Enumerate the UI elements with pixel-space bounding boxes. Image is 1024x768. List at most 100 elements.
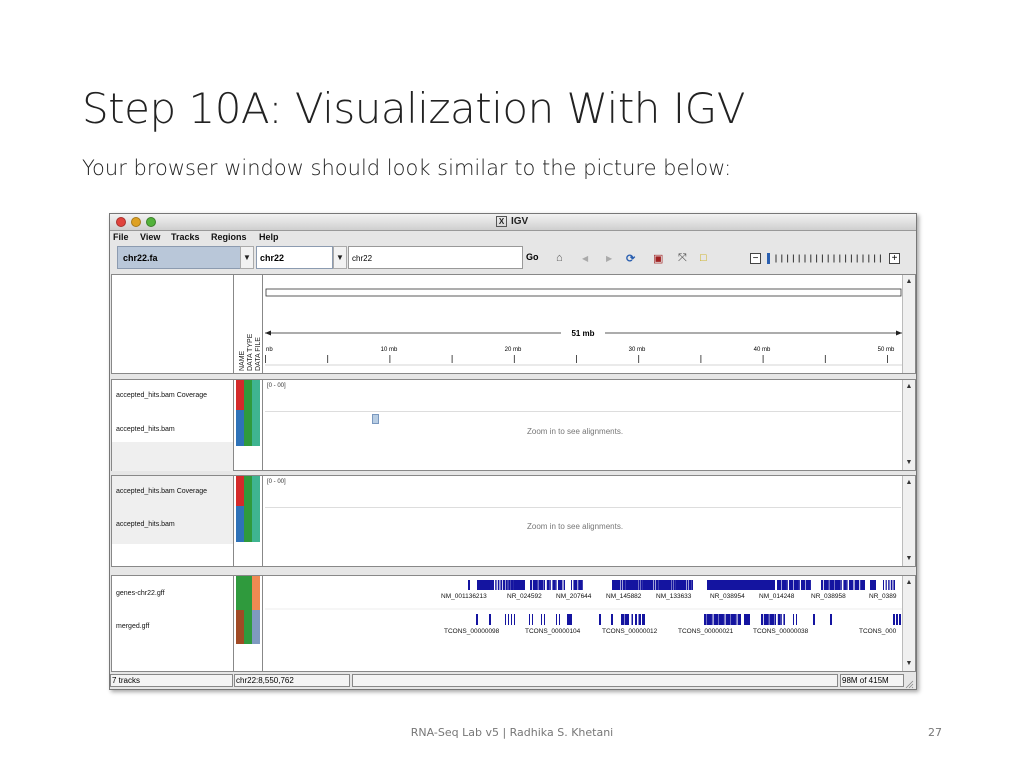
track-name-coverage[interactable]: accepted_hits.bam Coverage bbox=[116, 392, 207, 399]
feature-block bbox=[549, 580, 551, 590]
track-data-area[interactable]: [0 - 00] Zoom in to see alignments. bbox=[265, 476, 901, 566]
gene-label[interactable]: NM_145882 bbox=[606, 593, 642, 600]
feature-block bbox=[510, 580, 514, 590]
back-icon[interactable]: ◀ bbox=[582, 254, 588, 263]
menu-tracks[interactable]: Tracks bbox=[171, 232, 200, 242]
home-icon[interactable]: ⌂ bbox=[556, 252, 563, 264]
attribute-panel bbox=[235, 380, 263, 470]
attr-swatch[interactable] bbox=[236, 506, 244, 542]
chromosome-dropdown-arrow-icon[interactable]: ▼ bbox=[333, 246, 347, 269]
attr-header-data-file[interactable]: DATA FILE bbox=[255, 337, 262, 371]
scroll-up-icon[interactable]: ▲ bbox=[904, 478, 914, 488]
feature-block bbox=[503, 580, 505, 590]
track-name-alignments[interactable]: accepted_hits.bam bbox=[116, 426, 175, 433]
merged-label[interactable]: TCONS_00000098 bbox=[444, 628, 500, 635]
attr-header-name[interactable]: NAME bbox=[239, 350, 246, 371]
feature-block bbox=[544, 580, 545, 590]
menu-file[interactable]: File bbox=[113, 232, 129, 242]
attr-swatch[interactable] bbox=[236, 610, 244, 644]
region-icon[interactable]: ▣ bbox=[653, 252, 663, 265]
zoom-hint: Zoom in to see alignments. bbox=[527, 427, 624, 436]
feature-block bbox=[803, 580, 806, 590]
gene-label[interactable]: NR_0389 bbox=[869, 593, 897, 600]
attr-swatch[interactable] bbox=[252, 610, 260, 644]
merged-label[interactable]: TCONS_00000012 bbox=[602, 628, 658, 635]
track-name-merged[interactable]: merged.gff bbox=[116, 623, 149, 630]
scroll-up-icon[interactable]: ▲ bbox=[904, 277, 914, 287]
gene-label[interactable]: NM_207644 bbox=[556, 593, 592, 600]
gene-label[interactable]: NM_001136213 bbox=[441, 593, 487, 600]
attr-swatch[interactable] bbox=[236, 576, 244, 610]
panel-scrollbar[interactable]: ▲ ▼ bbox=[902, 476, 915, 566]
locus-input[interactable]: chr22 bbox=[348, 246, 523, 269]
attr-swatch[interactable] bbox=[236, 476, 244, 506]
zoom-window-button[interactable] bbox=[146, 217, 156, 227]
merged-label[interactable]: TCONS_00000021 bbox=[678, 628, 734, 635]
gene-label[interactable]: NM_133633 bbox=[656, 593, 692, 600]
feature-block bbox=[691, 580, 693, 590]
ruler-span-label: 51 mb bbox=[571, 329, 594, 338]
attr-header-data-type[interactable]: DATA TYPE bbox=[247, 333, 254, 371]
track-data-area[interactable]: [0 - 00] Zoom in to see alignments. bbox=[265, 380, 901, 470]
feature-block bbox=[725, 580, 727, 590]
chromosome-ideogram[interactable] bbox=[265, 288, 902, 297]
attr-swatch[interactable] bbox=[252, 576, 260, 610]
feature-block bbox=[516, 580, 519, 590]
scroll-down-icon[interactable]: ▼ bbox=[904, 659, 914, 669]
feature-block bbox=[775, 614, 776, 625]
merged-label[interactable]: TCONS_00000038 bbox=[753, 628, 809, 635]
chromosome-dropdown[interactable]: chr22 bbox=[256, 246, 333, 269]
genome-dropdown-arrow-icon[interactable]: ▼ bbox=[240, 246, 254, 269]
attr-swatch[interactable] bbox=[244, 476, 252, 542]
panel-scrollbar[interactable]: ▲ ▼ bbox=[902, 576, 915, 671]
go-button[interactable]: Go bbox=[526, 252, 539, 262]
refresh-icon[interactable]: ⟳ bbox=[626, 252, 635, 265]
close-window-button[interactable] bbox=[116, 217, 126, 227]
attr-swatch[interactable] bbox=[252, 380, 260, 446]
track-name-coverage[interactable]: accepted_hits.bam Coverage bbox=[116, 488, 207, 495]
coverage-marker[interactable] bbox=[372, 414, 379, 424]
attr-swatch[interactable] bbox=[252, 476, 260, 542]
scroll-up-icon[interactable]: ▲ bbox=[904, 382, 914, 392]
feature-block bbox=[532, 614, 533, 625]
popup-text-icon[interactable]: □ bbox=[700, 252, 707, 264]
scroll-up-icon[interactable]: ▲ bbox=[904, 578, 914, 588]
ruler-tick-label: 40 mb bbox=[754, 347, 771, 353]
feature-block bbox=[656, 580, 658, 590]
track-name-genes[interactable]: genes-chr22.gff bbox=[116, 590, 165, 597]
merged-label[interactable]: TCONS_000 bbox=[859, 628, 897, 635]
feature-block bbox=[768, 580, 770, 590]
genome-dropdown[interactable]: chr22.fa bbox=[117, 246, 252, 269]
scroll-down-icon[interactable]: ▼ bbox=[904, 458, 914, 468]
attr-swatch[interactable] bbox=[244, 380, 252, 446]
attr-swatch[interactable] bbox=[236, 380, 244, 410]
resize-icon[interactable]: ⤧ bbox=[678, 252, 687, 265]
gene-label[interactable]: NR_038958 bbox=[811, 593, 846, 600]
feature-block bbox=[628, 614, 629, 625]
feature-block bbox=[640, 580, 643, 590]
attribute-header: NAME DATA TYPE DATA FILE bbox=[235, 275, 263, 373]
attr-swatch[interactable] bbox=[244, 576, 252, 644]
menu-help[interactable]: Help bbox=[259, 232, 279, 242]
merged-label[interactable]: TCONS_00000104 bbox=[525, 628, 581, 635]
menu-regions[interactable]: Regions bbox=[211, 232, 247, 242]
feature-block bbox=[747, 614, 750, 625]
bam-panel-2: accepted_hits.bam Coverage accepted_hits… bbox=[111, 475, 916, 567]
attr-swatch[interactable] bbox=[236, 410, 244, 446]
track-name-alignments[interactable]: accepted_hits.bam bbox=[116, 521, 175, 528]
zoom-slider[interactable] bbox=[767, 253, 885, 264]
scroll-down-icon[interactable]: ▼ bbox=[904, 554, 914, 564]
ruler-scrollbar[interactable]: ▲ bbox=[902, 275, 915, 373]
resize-grip-icon[interactable] bbox=[904, 676, 914, 689]
ruler-area[interactable]: 51 mb nb 10 mb 20 mb 30 mb 40 mb 50 mb bbox=[265, 275, 902, 373]
menu-view[interactable]: View bbox=[140, 232, 160, 242]
zoom-in-icon[interactable]: + bbox=[889, 253, 900, 264]
zoom-out-icon[interactable]: − bbox=[750, 253, 761, 264]
panel-scrollbar[interactable]: ▲ ▼ bbox=[902, 380, 915, 470]
gene-label[interactable]: NM_014248 bbox=[759, 593, 795, 600]
minimize-window-button[interactable] bbox=[131, 217, 141, 227]
gene-label[interactable]: NR_024592 bbox=[507, 593, 542, 600]
feature-data-area[interactable]: NM_001136213 NR_024592 NM_207644 NM_1458… bbox=[265, 576, 902, 671]
gene-label[interactable]: NR_038954 bbox=[710, 593, 745, 600]
forward-icon[interactable]: ▶ bbox=[606, 254, 612, 263]
